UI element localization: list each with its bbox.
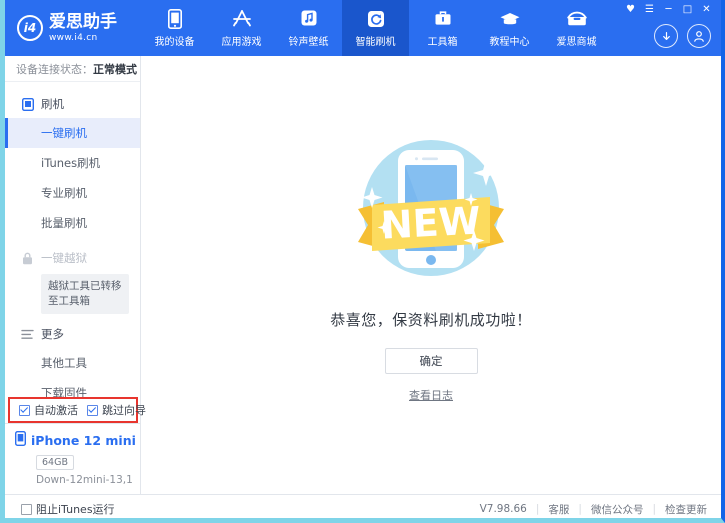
- maximize-icon[interactable]: □: [679, 3, 696, 17]
- account-actions: [654, 24, 711, 48]
- list-icon: [21, 327, 34, 341]
- close-icon[interactable]: ✕: [698, 3, 715, 17]
- sidebar-item-itunes-flash[interactable]: iTunes刷机: [5, 148, 140, 178]
- nav-label: 铃声壁纸: [289, 33, 329, 48]
- connection-status-label: 设备连接状态：: [16, 61, 93, 77]
- device-name: iPhone 12 mini: [31, 433, 136, 448]
- nav-item-my-device[interactable]: 我的设备: [141, 0, 208, 56]
- checkbox-label: 自动激活: [34, 402, 78, 418]
- user-avatar-icon[interactable]: [687, 24, 711, 48]
- logo-mark-icon: i4: [17, 15, 43, 41]
- sidebar-item-label: 批量刷机: [41, 215, 87, 231]
- sidebar-item-label: 专业刷机: [41, 185, 87, 201]
- logo-name: 爱思助手: [49, 14, 117, 31]
- nav-label: 爱思商城: [557, 33, 597, 48]
- nav-item-apps-games[interactable]: 应用游戏: [208, 0, 275, 56]
- success-message: 恭喜您，保资料刷机成功啦！: [330, 309, 532, 330]
- sidebar-group-label: 更多: [41, 326, 64, 342]
- sidebar-item-download-firmware[interactable]: 下载固件: [5, 378, 140, 397]
- app-window: i4 爱思助手 www.i4.cn 我的设备 应用游戏: [0, 0, 725, 523]
- confirm-button[interactable]: 确定: [385, 348, 478, 374]
- sidebar-group-flash[interactable]: 刷机: [5, 90, 140, 118]
- checkbox-box: [19, 405, 30, 416]
- nav-label: 智能刷机: [356, 33, 396, 48]
- sidebar-group-jailbreak: 一键越狱: [5, 244, 140, 272]
- download-icon[interactable]: [654, 24, 678, 48]
- nav-label: 工具箱: [428, 33, 458, 48]
- shield-icon[interactable]: ♥: [622, 3, 639, 17]
- nav-item-toolbox[interactable]: 工具箱: [409, 0, 476, 56]
- check-update-link[interactable]: 检查更新: [665, 502, 707, 517]
- wechat-official-link[interactable]: 微信公众号: [591, 502, 644, 517]
- minimize-icon[interactable]: ─: [660, 3, 677, 17]
- view-log-link[interactable]: 查看日志: [409, 387, 453, 403]
- checkbox-label: 跳过向导: [102, 402, 146, 418]
- appstore-icon: [231, 8, 253, 30]
- nav-label: 我的设备: [155, 33, 195, 48]
- refresh-icon: [366, 8, 386, 30]
- app-header: i4 爱思助手 www.i4.cn 我的设备 应用游戏: [5, 0, 721, 56]
- divider: |: [652, 503, 656, 515]
- menu-icon[interactable]: ☰: [641, 3, 658, 17]
- sidebar-item-other-tools[interactable]: 其他工具: [5, 348, 140, 378]
- app-logo: i4 爱思助手 www.i4.cn: [5, 0, 141, 56]
- app-body: 设备连接状态：正常模式 刷机 一键刷机 iTunes刷机 专业刷机: [5, 56, 721, 494]
- nav-item-store[interactable]: 爱思商城: [543, 0, 610, 56]
- status-bar: 阻止iTunes运行 V7.98.66 | 客服 | 微信公众号 | 检查更新: [5, 494, 721, 523]
- sidebar-group-label: 刷机: [41, 96, 64, 112]
- nav-item-tutorial-center[interactable]: 教程中心: [476, 0, 543, 56]
- sidebar-item-label: iTunes刷机: [41, 155, 100, 171]
- music-icon: [300, 8, 318, 30]
- connection-status: 设备连接状态：正常模式: [5, 56, 140, 82]
- nav-label: 应用游戏: [222, 33, 262, 48]
- sidebar-item-label: 一键刷机: [41, 125, 87, 141]
- window-controls: ♥ ☰ ─ □ ✕: [622, 3, 715, 17]
- store-icon: [566, 8, 588, 30]
- logo-url: www.i4.cn: [49, 34, 117, 43]
- device-capacity-badge: 64GB: [36, 455, 74, 470]
- connected-device-info[interactable]: iPhone 12 mini 64GB Down-12mini-13,1: [5, 423, 140, 494]
- sidebar-item-one-key-flash[interactable]: 一键刷机: [5, 118, 140, 148]
- sidebar-nav: 刷机 一键刷机 iTunes刷机 专业刷机 批量刷机: [5, 82, 140, 397]
- checkbox-box: [21, 504, 32, 515]
- phone-icon: [15, 431, 26, 450]
- nav-label: 教程中心: [490, 33, 530, 48]
- device-model: Down-12mini-13,1: [36, 474, 140, 486]
- graduation-cap-icon: [499, 8, 521, 30]
- sidebar-item-label: 下载固件: [41, 385, 87, 397]
- nav-item-smart-flash[interactable]: 智能刷机: [342, 0, 409, 56]
- toolbox-icon: [433, 8, 453, 30]
- sidebar-item-batch-flash[interactable]: 批量刷机: [5, 208, 140, 238]
- sidebar-item-pro-flash[interactable]: 专业刷机: [5, 178, 140, 208]
- main-content: NEW 恭喜您，保资料刷机成功啦！ 确定 查看日志: [141, 56, 721, 494]
- customer-service-link[interactable]: 客服: [548, 502, 569, 517]
- new-phone-badge-illustration: NEW: [336, 113, 526, 303]
- nav-item-ringtones-wallpaper[interactable]: 铃声壁纸: [275, 0, 342, 56]
- version-label: V7.98.66: [480, 503, 527, 515]
- phone-icon: [168, 8, 182, 30]
- checkbox-box: [87, 405, 98, 416]
- sidebar-group-label: 一键越狱: [41, 250, 87, 266]
- divider: |: [578, 503, 582, 515]
- main-navigation: 我的设备 应用游戏 铃声壁纸 智能刷机: [141, 0, 610, 56]
- checkbox-label: 阻止iTunes运行: [36, 501, 115, 517]
- auto-activate-checkbox[interactable]: 自动激活: [19, 402, 78, 418]
- sidebar: 设备连接状态：正常模式 刷机 一键刷机 iTunes刷机 专业刷机: [5, 56, 141, 494]
- phone-flash-icon: [21, 97, 34, 111]
- divider: |: [536, 503, 540, 515]
- skip-wizard-checkbox[interactable]: 跳过向导: [87, 402, 146, 418]
- lock-icon: [21, 251, 34, 265]
- sidebar-group-more[interactable]: 更多: [5, 320, 140, 348]
- flash-options-group: 自动激活 跳过向导: [8, 397, 138, 423]
- jailbreak-moved-tooltip: 越狱工具已转移至工具箱: [41, 274, 129, 314]
- sidebar-item-label: 其他工具: [41, 355, 87, 371]
- block-itunes-checkbox[interactable]: 阻止iTunes运行: [21, 501, 115, 517]
- connection-status-value: 正常模式: [93, 61, 137, 77]
